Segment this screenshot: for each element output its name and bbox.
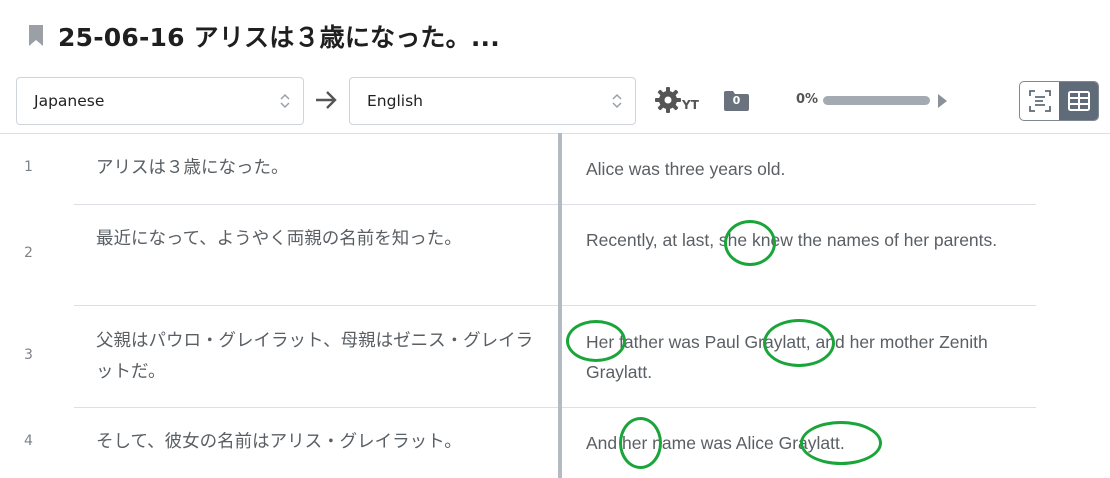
chevron-updown-icon (612, 93, 622, 109)
yt-label: YT (682, 98, 699, 112)
progress-bar (823, 96, 930, 105)
row-number: 3 (24, 347, 33, 363)
grid-view-icon (1067, 91, 1090, 111)
target-sentence[interactable]: Alice was three years old. (586, 154, 1016, 184)
target-language-label: English (367, 92, 423, 110)
folder-count: 0 (732, 94, 741, 107)
annotation-circle (800, 421, 882, 465)
view-toggle (1019, 81, 1099, 121)
title-row: 25-06-16 アリスは３歳になった。... (28, 18, 500, 54)
bookmark-icon[interactable] (28, 25, 44, 47)
row-number: 4 (24, 433, 33, 449)
source-language-select[interactable]: Japanese (16, 77, 304, 125)
source-sentence[interactable]: 父親はパウロ・グレイラット、母親はゼニス・グレイラットだ。 (96, 326, 536, 388)
gear-yt-button[interactable]: YT (655, 87, 703, 117)
progress-text: 0% (796, 92, 819, 107)
text-view-button[interactable] (1020, 82, 1059, 120)
row-separator (74, 305, 1036, 306)
row-separator (74, 204, 1036, 205)
arrow-right-icon (316, 91, 337, 109)
source-sentence[interactable]: そして、彼女の名前はアリス・グレイラット。 (96, 427, 536, 458)
chevron-updown-icon (280, 93, 290, 109)
target-language-select[interactable]: English (349, 77, 636, 125)
source-sentence[interactable]: アリスは３歳になった。 (96, 153, 536, 184)
row-number: 1 (24, 159, 33, 175)
play-icon[interactable] (938, 94, 947, 108)
source-language-label: Japanese (34, 92, 105, 110)
annotation-circle (763, 319, 835, 367)
row-separator (0, 133, 1110, 134)
target-sentence[interactable]: Recently, at last, she knew the names of… (586, 225, 1016, 255)
annotation-circle (566, 320, 626, 362)
text-view-icon (1028, 90, 1051, 112)
page-title: 25-06-16 アリスは３歳になった。... (58, 23, 500, 52)
annotation-circle (619, 417, 662, 469)
column-divider[interactable] (558, 133, 562, 478)
grid-view-button[interactable] (1059, 82, 1098, 120)
source-sentence[interactable]: 最近になって、ようやく両親の名前を知った。 (96, 224, 536, 255)
folder-button[interactable]: 0 (723, 90, 750, 112)
row-separator (74, 407, 1036, 408)
annotation-circle (724, 220, 776, 266)
row-number: 2 (24, 245, 33, 261)
gear-icon (655, 87, 681, 113)
